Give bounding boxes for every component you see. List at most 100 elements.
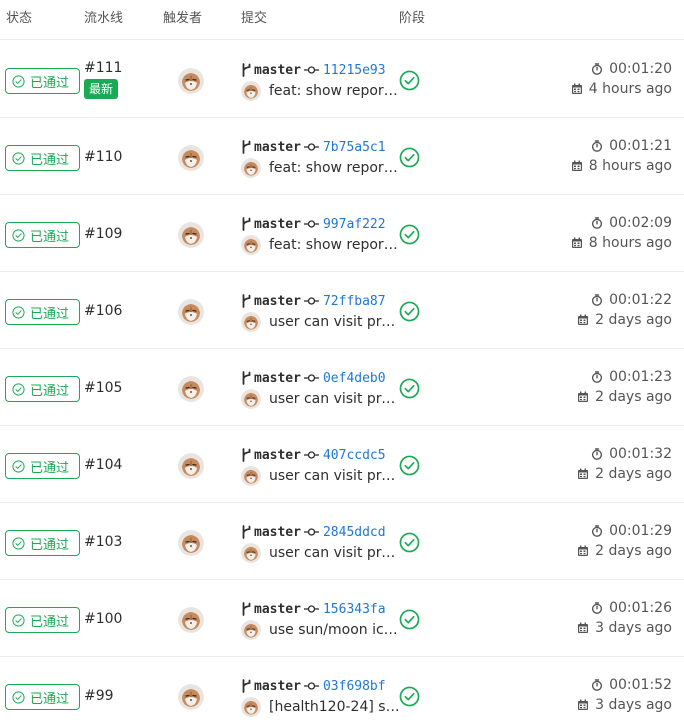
- commit-sha-link[interactable]: 0ef4deb0: [323, 371, 386, 386]
- pipeline-id-link[interactable]: #100: [84, 611, 122, 627]
- timer-icon: [591, 140, 603, 152]
- stage-status-icon[interactable]: [399, 686, 420, 707]
- finished-time: 3 days ago: [577, 697, 672, 713]
- timer-icon: [591, 525, 603, 537]
- stage-status-icon[interactable]: [399, 301, 420, 322]
- triggerer-avatar[interactable]: [178, 453, 204, 479]
- status-label: 已通过: [30, 460, 70, 476]
- triggerer-avatar[interactable]: [178, 530, 204, 556]
- status-badge[interactable]: 已通过: [5, 145, 80, 171]
- commit-sha-link[interactable]: 407ccdc5: [323, 448, 386, 463]
- commit-sha-link[interactable]: 2845ddcd: [323, 525, 386, 540]
- status-label: 已通过: [30, 306, 70, 322]
- calendar-icon: [577, 622, 589, 634]
- commit-author-avatar[interactable]: [241, 158, 261, 178]
- stage-status-icon[interactable]: [399, 224, 420, 245]
- duration-value: 00:01:20: [609, 61, 672, 77]
- commit-sha-link[interactable]: 997af222: [323, 217, 386, 232]
- status-badge[interactable]: 已通过: [5, 299, 80, 325]
- pipeline-id-link[interactable]: #103: [84, 534, 122, 550]
- branch-link[interactable]: master: [254, 217, 301, 232]
- commit-message-link[interactable]: user can visit pre …: [269, 314, 403, 330]
- finished-value: 2 days ago: [595, 389, 672, 405]
- pipeline-row: 已通过 #109 master 997af222 feat: show repo…: [0, 195, 684, 272]
- status-badge[interactable]: 已通过: [5, 222, 80, 248]
- pipeline-row: 已通过 #111 最新 master 11215e93 feat: show r…: [0, 41, 684, 118]
- commit-author-avatar[interactable]: [241, 312, 261, 332]
- commit-ref: master 2845ddcd: [241, 523, 386, 541]
- commit-author-avatar[interactable]: [241, 697, 261, 717]
- stage-status-icon[interactable]: [399, 455, 420, 476]
- header-triggerer: 触发者: [163, 11, 203, 26]
- commit-sha-link[interactable]: 03f698bf: [323, 679, 386, 694]
- triggerer-avatar[interactable]: [178, 68, 204, 94]
- branch-link[interactable]: master: [254, 63, 301, 78]
- commit-message-link[interactable]: feat: show report r…: [269, 83, 403, 99]
- commit-message-link[interactable]: feat: show report r…: [269, 160, 403, 176]
- triggerer-avatar[interactable]: [178, 684, 204, 710]
- duration-value: 00:01:52: [609, 677, 672, 693]
- commit-message-link[interactable]: use sun/moon ico…: [269, 622, 403, 638]
- finished-time: 2 days ago: [577, 543, 672, 559]
- commit-message-link[interactable]: [health120-24] sho…: [269, 699, 403, 715]
- branch-link[interactable]: master: [254, 525, 301, 540]
- stage-status-icon[interactable]: [399, 532, 420, 553]
- finished-value: 2 days ago: [595, 466, 672, 482]
- triggerer-avatar[interactable]: [178, 607, 204, 633]
- check-circle-icon: [12, 74, 25, 88]
- branch-link[interactable]: master: [254, 679, 301, 694]
- commit-sha-link[interactable]: 11215e93: [323, 63, 386, 78]
- branch-link[interactable]: master: [254, 371, 301, 386]
- stage-status-icon[interactable]: [399, 147, 420, 168]
- pipeline-id-link[interactable]: #104: [84, 457, 122, 473]
- check-circle-icon: [12, 382, 25, 396]
- stage-status-icon[interactable]: [399, 609, 420, 630]
- pipeline-row: 已通过 #103 master 2845ddcd user can visit …: [0, 503, 684, 580]
- commit-message-link[interactable]: user can visit pre …: [269, 545, 403, 561]
- commit-message-link[interactable]: user can visit pre …: [269, 391, 403, 407]
- status-badge[interactable]: 已通过: [5, 607, 80, 633]
- commit-message-line: feat: show report r…: [241, 158, 403, 178]
- triggerer-avatar[interactable]: [178, 376, 204, 402]
- commit-author-avatar[interactable]: [241, 235, 261, 255]
- pipeline-row: 已通过 #104 master 407ccdc5 user can visit …: [0, 426, 684, 503]
- pipeline-id-link[interactable]: #110: [84, 149, 122, 165]
- branch-link[interactable]: master: [254, 448, 301, 463]
- commit-author-avatar[interactable]: [241, 389, 261, 409]
- commit-author-avatar[interactable]: [241, 466, 261, 486]
- triggerer-avatar[interactable]: [178, 222, 204, 248]
- commit-sha-link[interactable]: 72ffba87: [323, 294, 386, 309]
- check-circle-icon: [12, 459, 25, 473]
- commit-message-link[interactable]: user can visit pre …: [269, 468, 403, 484]
- commit-author-avatar[interactable]: [241, 81, 261, 101]
- pipeline-id-link[interactable]: #109: [84, 226, 122, 242]
- finished-time: 8 hours ago: [571, 235, 672, 251]
- stage-status-icon[interactable]: [399, 70, 420, 91]
- triggerer-avatar[interactable]: [178, 145, 204, 171]
- stage-status-icon[interactable]: [399, 378, 420, 399]
- status-badge[interactable]: 已通过: [5, 68, 80, 94]
- commit-sha-link[interactable]: 156343fa: [323, 602, 386, 617]
- triggerer-avatar[interactable]: [178, 299, 204, 325]
- status-badge[interactable]: 已通过: [5, 684, 80, 710]
- pipeline-row: 已通过 #106 master 72ffba87 user can visit …: [0, 272, 684, 349]
- pipeline-id-link[interactable]: #111: [84, 60, 122, 76]
- check-circle-icon: [12, 613, 25, 627]
- status-badge[interactable]: 已通过: [5, 453, 80, 479]
- branch-link[interactable]: master: [254, 602, 301, 617]
- calendar-icon: [577, 699, 589, 711]
- commit-author-avatar[interactable]: [241, 543, 261, 563]
- status-badge[interactable]: 已通过: [5, 530, 80, 556]
- pipeline-id-link[interactable]: #105: [84, 380, 122, 396]
- commit-icon: [303, 604, 319, 614]
- branch-icon: [241, 679, 254, 693]
- commit-author-avatar[interactable]: [241, 620, 261, 640]
- commit-sha-link[interactable]: 7b75a5c1: [323, 140, 386, 155]
- pipeline-id-link[interactable]: #106: [84, 303, 122, 319]
- branch-link[interactable]: master: [254, 140, 301, 155]
- commit-message-link[interactable]: feat: show report r…: [269, 237, 403, 253]
- finished-time: 2 days ago: [577, 466, 672, 482]
- branch-link[interactable]: master: [254, 294, 301, 309]
- pipeline-id-link[interactable]: #99: [84, 688, 114, 704]
- status-badge[interactable]: 已通过: [5, 376, 80, 402]
